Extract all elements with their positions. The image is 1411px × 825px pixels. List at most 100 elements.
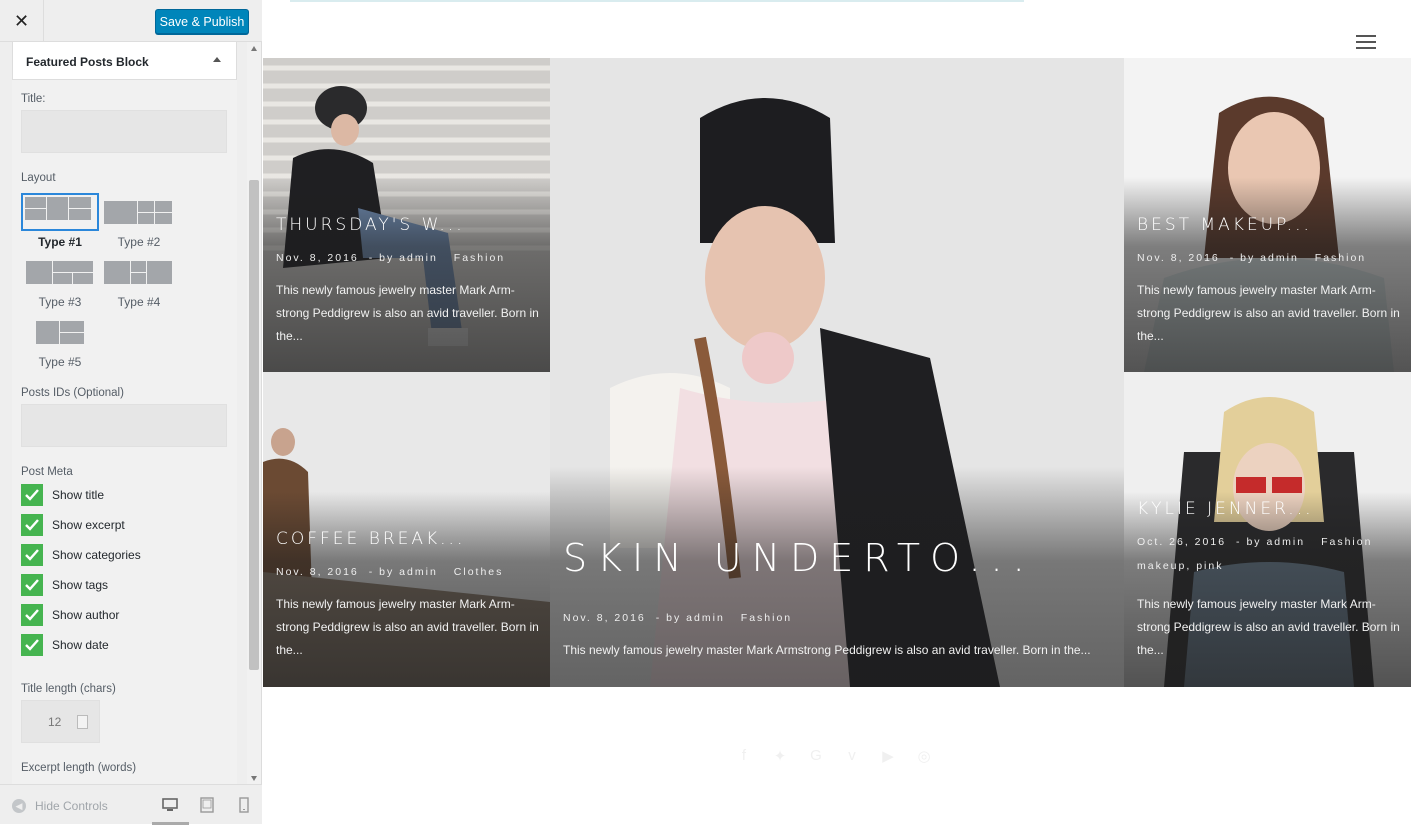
customizer-sidebar: ✕ Save & Publish Featured Posts Block Ti… bbox=[0, 0, 262, 825]
post-excerpt: This newly famous jewelry master Mark Ar… bbox=[563, 643, 1091, 657]
show-date-checkbox[interactable]: Show date bbox=[21, 634, 109, 656]
post-category[interactable]: Clothes bbox=[454, 566, 504, 578]
post-category[interactable]: Fashion bbox=[1315, 252, 1366, 264]
post-excerpt: This newly famous jewelry master Mark Ar… bbox=[1137, 283, 1400, 343]
post-title[interactable]: BEST MAKEUP... bbox=[1137, 215, 1312, 235]
checkmark-icon[interactable] bbox=[21, 544, 43, 566]
show-tags-checkbox[interactable]: Show tags bbox=[21, 574, 108, 596]
layout-option-type-2[interactable]: Type #2 bbox=[100, 193, 178, 251]
youtube-icon[interactable]: ▶ bbox=[878, 747, 898, 767]
title-input[interactable] bbox=[21, 110, 227, 153]
mobile-icon[interactable] bbox=[236, 797, 252, 813]
post-category[interactable]: Fashion bbox=[1321, 536, 1372, 548]
tablet-icon[interactable] bbox=[199, 797, 215, 813]
spinner-icon[interactable] bbox=[77, 715, 88, 729]
facebook-icon[interactable]: f bbox=[734, 747, 754, 767]
customizer-header: ✕ Save & Publish bbox=[0, 0, 262, 42]
post-author[interactable]: - by admin bbox=[1236, 536, 1305, 548]
post-ids-input[interactable] bbox=[21, 404, 227, 447]
post-meta: Nov. 8, 2016 - by admin Fashion bbox=[563, 612, 802, 624]
excerpt-length-label: Excerpt length (words) bbox=[21, 762, 137, 774]
post-tags[interactable]: makeup, pink bbox=[1137, 560, 1223, 572]
checkmark-icon[interactable] bbox=[21, 484, 43, 506]
layout-thumb-icon bbox=[25, 317, 95, 350]
layout-label: Layout bbox=[21, 172, 56, 184]
checkbox-label: Show excerpt bbox=[52, 518, 125, 532]
hide-controls-button[interactable]: ◀ Hide Controls bbox=[12, 799, 108, 813]
checkbox-label: Show title bbox=[52, 488, 105, 502]
post-title[interactable]: SKIN UNDERTO... bbox=[563, 536, 1035, 580]
section-title: Featured Posts Block bbox=[26, 55, 149, 69]
post-meta: Oct. 26, 2016 - by admin Fashion bbox=[1137, 536, 1382, 548]
stepper-value: 12 bbox=[48, 715, 62, 729]
desktop-icon[interactable] bbox=[162, 797, 178, 813]
post-category[interactable]: Fashion bbox=[454, 252, 505, 264]
close-icon[interactable]: ✕ bbox=[0, 0, 44, 42]
layout-thumb-icon bbox=[104, 197, 174, 230]
show-categories-checkbox[interactable]: Show categories bbox=[21, 544, 141, 566]
scroll-up-icon[interactable] bbox=[251, 46, 257, 51]
layout-caption: Type #4 bbox=[117, 295, 161, 309]
google-plus-icon[interactable]: G bbox=[806, 747, 826, 767]
post-author[interactable]: - by admin bbox=[369, 566, 438, 578]
layout-option-type-5[interactable]: Type #5 bbox=[21, 313, 99, 371]
post-meta: Nov. 8, 2016 - by admin Fashion bbox=[276, 252, 515, 264]
save-publish-button[interactable]: Save & Publish bbox=[155, 9, 249, 34]
vimeo-icon[interactable]: v bbox=[842, 747, 862, 767]
checkmark-icon[interactable] bbox=[21, 514, 43, 536]
twitter-icon[interactable]: ✦ bbox=[770, 747, 790, 767]
pinterest-icon[interactable]: ◎ bbox=[914, 747, 934, 767]
post-author[interactable]: - by admin bbox=[369, 252, 438, 264]
title-length-stepper[interactable]: 12 bbox=[21, 700, 100, 743]
post-date: Nov. 8, 2016 bbox=[563, 612, 646, 624]
hamburger-menu-icon[interactable] bbox=[1356, 34, 1378, 50]
post-category[interactable]: Fashion bbox=[741, 612, 792, 624]
layout-option-type-1[interactable]: Type #1 bbox=[21, 193, 99, 251]
layout-option-type-3[interactable]: Type #3 bbox=[21, 253, 99, 311]
checkbox-label: Show tags bbox=[52, 578, 109, 592]
title-length-label: Title length (chars) bbox=[21, 683, 116, 695]
post-title[interactable]: KYLIE JENNER... bbox=[1137, 499, 1314, 519]
scroll-down-icon[interactable] bbox=[251, 776, 257, 781]
layout-thumb-icon bbox=[25, 197, 95, 230]
layout-thumb-icon bbox=[104, 257, 174, 290]
post-date: Oct. 26, 2016 bbox=[1137, 536, 1227, 548]
collapse-sidebar-icon: ◀ bbox=[12, 799, 26, 813]
customizer-footer: ◀ Hide Controls bbox=[0, 784, 262, 825]
layout-option-type-4[interactable]: Type #4 bbox=[100, 253, 178, 311]
post-ids-label: Posts IDs (Optional) bbox=[21, 387, 124, 399]
post-meta-label: Post Meta bbox=[21, 466, 73, 478]
post-excerpt: This newly famous jewelry master Mark Ar… bbox=[276, 283, 539, 343]
post-meta: Nov. 8, 2016 - by admin Clothes bbox=[276, 566, 513, 578]
section-header[interactable]: Featured Posts Block bbox=[12, 42, 237, 80]
post-author[interactable]: - by admin bbox=[1230, 252, 1299, 264]
post-date: Nov. 8, 2016 bbox=[1137, 252, 1220, 264]
site-preview: THURSDAY'S W... Nov. 8, 2016 - by admin Fa… bbox=[262, 0, 1411, 824]
layout-caption: Type #5 bbox=[38, 355, 82, 369]
hide-controls-label: Hide Controls bbox=[35, 799, 108, 813]
post-card[interactable]: THURSDAY'S W... Nov. 8, 2016 - by admin Fa… bbox=[263, 58, 550, 372]
show-excerpt-checkbox[interactable]: Show excerpt bbox=[21, 514, 125, 536]
control-panel: Featured Posts Block Title: Layout Type … bbox=[12, 42, 237, 784]
checkmark-icon[interactable] bbox=[21, 634, 43, 656]
checkmark-icon[interactable] bbox=[21, 604, 43, 626]
scrollbar-thumb[interactable] bbox=[249, 180, 259, 670]
post-card[interactable]: COFFEE BREAK... Nov. 8, 2016 - by admin Cl… bbox=[263, 372, 550, 687]
checkbox-label: Show date bbox=[52, 638, 109, 652]
post-card-featured[interactable]: SKIN UNDERTO... Nov. 8, 2016 - by admin Fa… bbox=[550, 58, 1124, 687]
collapse-arrow-icon[interactable] bbox=[213, 57, 221, 62]
show-title-checkbox[interactable]: Show title bbox=[21, 484, 104, 506]
post-card[interactable]: KYLIE JENNER... Oct. 26, 2016 - by admin F… bbox=[1124, 372, 1411, 687]
show-author-checkbox[interactable]: Show author bbox=[21, 604, 119, 626]
title-label: Title: bbox=[21, 93, 46, 105]
header-strip bbox=[290, 0, 1024, 2]
layout-caption: Type #1 bbox=[38, 235, 82, 249]
checkbox-label: Show author bbox=[52, 608, 120, 622]
post-title[interactable]: COFFEE BREAK... bbox=[276, 529, 465, 549]
post-card[interactable]: BEST MAKEUP... Nov. 8, 2016 - by admin Fas… bbox=[1124, 58, 1411, 372]
checkmark-icon[interactable] bbox=[21, 574, 43, 596]
post-author[interactable]: - by admin bbox=[656, 612, 725, 624]
checkbox-label: Show categories bbox=[52, 548, 141, 562]
post-title[interactable]: THURSDAY'S W... bbox=[276, 215, 465, 235]
social-links: f ✦ G v ▶ ◎ bbox=[734, 747, 934, 767]
